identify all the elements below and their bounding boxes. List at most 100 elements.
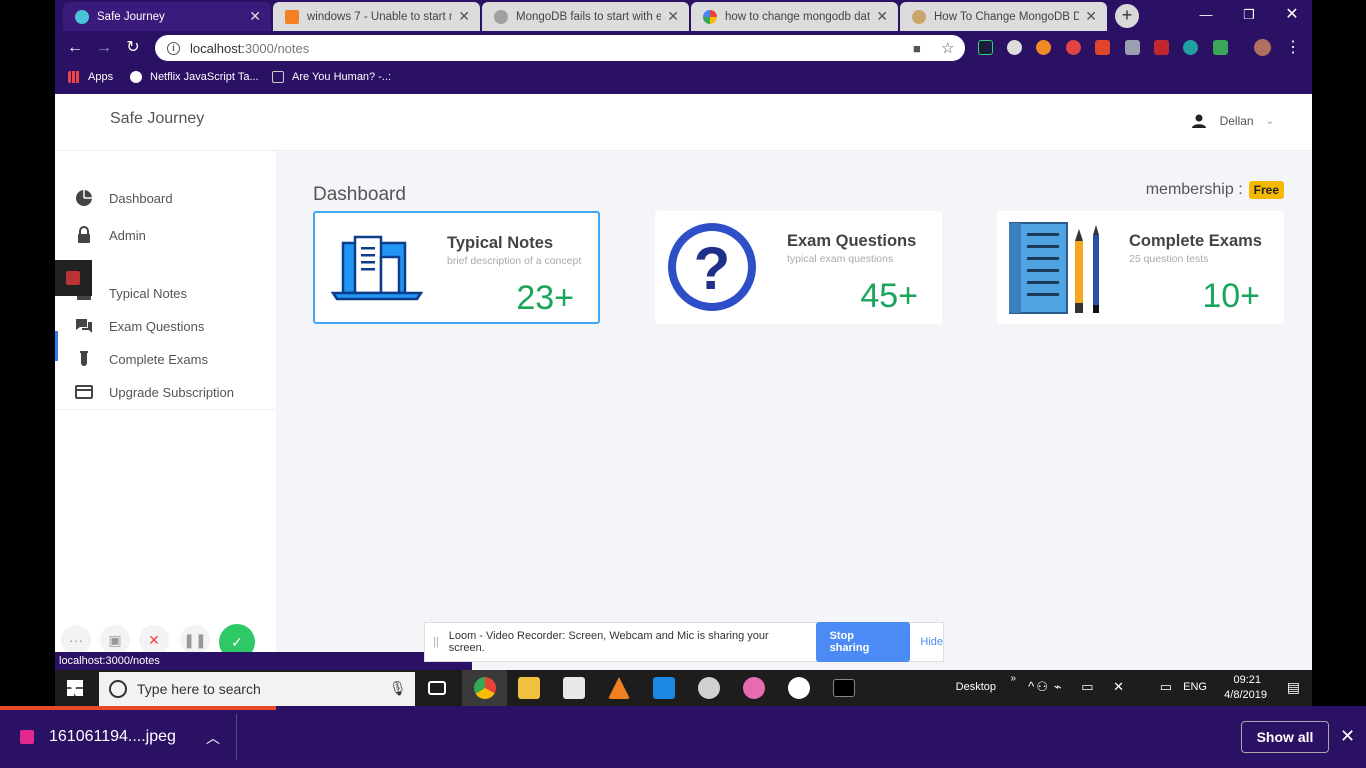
toolbar-expand-icon[interactable]: » bbox=[1010, 673, 1016, 684]
itunes-icon[interactable] bbox=[743, 677, 765, 699]
recording-control[interactable] bbox=[55, 260, 92, 296]
mongodb-compass-icon[interactable] bbox=[788, 677, 810, 699]
notebook-pencil-icon bbox=[1008, 221, 1109, 314]
sidebar-item-dashboard[interactable]: Dashboard bbox=[75, 187, 173, 209]
clock-time[interactable]: 09:21 bbox=[1233, 674, 1261, 686]
close-icon[interactable]: ✕ bbox=[667, 8, 679, 25]
extension-icon[interactable] bbox=[1125, 40, 1140, 55]
extension-icon[interactable] bbox=[1007, 40, 1022, 55]
extension-icon[interactable] bbox=[1036, 40, 1051, 55]
taskbar-search[interactable]: Type here to search 🎙 bbox=[99, 672, 415, 706]
settings-icon[interactable] bbox=[698, 677, 720, 699]
close-icon[interactable]: ✕ bbox=[1340, 726, 1355, 747]
sidebar-item-exam-questions[interactable]: Exam Questions bbox=[75, 315, 204, 337]
user-name: Dellan bbox=[1219, 114, 1254, 128]
extension-icon[interactable] bbox=[1213, 40, 1228, 55]
pause-icon[interactable]: ❚❚ bbox=[180, 625, 210, 655]
extension-icon[interactable] bbox=[1183, 40, 1198, 55]
reload-icon[interactable]: ↻ bbox=[123, 38, 143, 58]
tab-safe-journey[interactable]: Safe Journey ✕ bbox=[63, 2, 271, 31]
restore-button[interactable]: ❐ bbox=[1234, 4, 1264, 26]
tab-google-search[interactable]: how to change mongodb data ✕ bbox=[691, 2, 898, 31]
user-menu[interactable]: Dellan ⌄ bbox=[1191, 114, 1274, 128]
camera-toggle-icon[interactable]: ▣ bbox=[100, 625, 130, 655]
loom-sharing-message: Loom - Video Recorder: Screen, Webcam an… bbox=[448, 630, 769, 654]
menu-icon[interactable]: ⋮ bbox=[1283, 38, 1303, 58]
page-title: Dashboard bbox=[313, 184, 406, 205]
notification-icon[interactable]: ▤ bbox=[1287, 679, 1300, 696]
stop-sharing-button[interactable]: Stop sharing bbox=[815, 622, 911, 662]
cancel-recording-icon[interactable]: ✕ bbox=[139, 625, 169, 655]
clock-date[interactable]: 4/8/2019 bbox=[1224, 689, 1267, 701]
card-complete-exams[interactable]: Complete Exams 25 question tests 10+ bbox=[997, 211, 1284, 324]
new-tab-button[interactable]: + bbox=[1115, 4, 1139, 28]
card-exam-questions[interactable]: ? Exam Questions typical exam questions … bbox=[655, 211, 942, 324]
bookmark-are-you-human[interactable]: Are You Human? -..: bbox=[272, 71, 391, 83]
camera-icon[interactable]: ■ bbox=[913, 41, 921, 56]
extension-icon[interactable] bbox=[1066, 40, 1081, 55]
more-icon[interactable]: ··· bbox=[61, 625, 91, 655]
card-typical-notes[interactable]: Typical Notes brief description of a con… bbox=[313, 211, 600, 324]
tab-windows7[interactable]: windows 7 - Unable to start m ✕ bbox=[273, 2, 480, 31]
extension-icon[interactable] bbox=[978, 40, 993, 55]
pie-chart-icon bbox=[75, 189, 93, 207]
mail-icon[interactable] bbox=[563, 677, 585, 699]
card-title: Typical Notes bbox=[447, 234, 554, 252]
drag-handle-icon[interactable]: || bbox=[433, 636, 439, 648]
close-window-button[interactable]: ✕ bbox=[1277, 4, 1307, 26]
bookmarks-bar: Apps Netflix JavaScript Ta... Are You Hu… bbox=[55, 63, 1312, 94]
divider bbox=[236, 714, 237, 760]
laptop-document-icon bbox=[327, 223, 427, 316]
card-count: 45+ bbox=[860, 277, 918, 315]
vscode-icon[interactable] bbox=[653, 677, 675, 699]
globe-icon bbox=[130, 71, 142, 83]
question-mark-icon: ? bbox=[667, 221, 767, 314]
vlc-icon[interactable] bbox=[608, 677, 630, 699]
card-description: brief description of a concept bbox=[447, 255, 582, 267]
microphone-icon[interactable]: 🎙 bbox=[389, 680, 407, 697]
stop-recording-icon[interactable] bbox=[66, 271, 80, 285]
language-indicator[interactable]: ENG bbox=[1183, 681, 1207, 693]
show-all-button[interactable]: Show all bbox=[1241, 721, 1329, 753]
windows-start-icon[interactable] bbox=[67, 680, 83, 696]
file-explorer-icon[interactable] bbox=[518, 677, 540, 699]
download-item[interactable]: 161061194....jpeg bbox=[20, 728, 176, 746]
bookmark-apps[interactable]: Apps bbox=[68, 71, 113, 83]
back-icon[interactable]: ← bbox=[65, 38, 85, 58]
status-bar-url: localhost:3000/notes bbox=[55, 652, 472, 671]
card-count: 23+ bbox=[516, 279, 574, 317]
task-view-icon[interactable] bbox=[428, 681, 446, 695]
tray-icons[interactable]: ^ ⌁ ▭ ✕ bbox=[1028, 679, 1132, 695]
site-icon bbox=[494, 9, 508, 24]
close-icon[interactable]: ✕ bbox=[458, 8, 470, 25]
sidebar-item-complete-exams[interactable]: Complete Exams bbox=[75, 348, 208, 370]
card-count: 10+ bbox=[1202, 277, 1260, 315]
page-icon bbox=[272, 71, 284, 83]
brand-title[interactable]: Safe Journey bbox=[110, 110, 204, 128]
pdf-icon[interactable] bbox=[1154, 40, 1169, 55]
desktop-toolbar[interactable]: Desktop bbox=[956, 681, 996, 693]
extension-icon[interactable] bbox=[1095, 40, 1110, 55]
tab-mongodb-fails[interactable]: MongoDB fails to start with ex ✕ bbox=[482, 2, 689, 31]
profile-avatar[interactable] bbox=[1254, 39, 1271, 56]
close-icon[interactable]: ✕ bbox=[1085, 8, 1097, 25]
battery-icon[interactable]: ▭ bbox=[1160, 679, 1172, 695]
site-icon bbox=[912, 9, 926, 24]
minimize-button[interactable]: — bbox=[1191, 4, 1221, 26]
address-row: ← → ↻ i localhost: 3000/notes ■ ☆ ⋮ bbox=[55, 33, 1312, 63]
sidebar-item-admin[interactable]: Admin bbox=[75, 224, 146, 246]
info-icon[interactable]: i bbox=[167, 41, 180, 55]
address-bar[interactable]: i localhost: 3000/notes ■ ☆ bbox=[155, 35, 965, 61]
terminal-icon[interactable] bbox=[833, 679, 855, 697]
chrome-icon[interactable] bbox=[474, 677, 496, 699]
google-icon bbox=[703, 9, 717, 24]
sidebar-item-upgrade-subscription[interactable]: Upgrade Subscription bbox=[75, 381, 234, 403]
star-icon[interactable]: ☆ bbox=[941, 39, 954, 57]
hide-button[interactable]: Hide bbox=[920, 636, 943, 648]
chevron-up-icon[interactable]: ︿ bbox=[206, 728, 220, 748]
close-icon[interactable]: ✕ bbox=[249, 8, 261, 25]
close-icon[interactable]: ✕ bbox=[876, 8, 888, 25]
tab-how-to-change[interactable]: How To Change MongoDB Da ✕ bbox=[900, 2, 1107, 31]
forward-icon[interactable]: → bbox=[94, 38, 114, 58]
bookmark-netflix[interactable]: Netflix JavaScript Ta... bbox=[130, 71, 259, 83]
